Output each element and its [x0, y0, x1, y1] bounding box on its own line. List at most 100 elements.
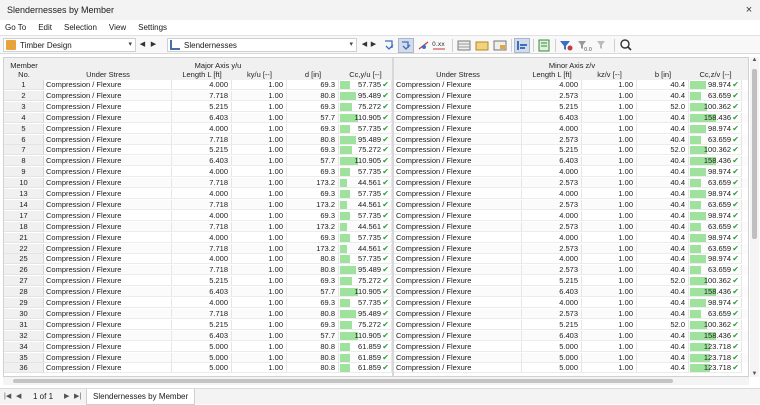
- length-cell[interactable]: 5.215: [172, 276, 232, 287]
- under-stress-cell[interactable]: Compression / Flexure: [394, 101, 522, 112]
- k-zv-cell[interactable]: 1.00: [582, 265, 637, 276]
- under-stress-cell[interactable]: Compression / Flexure: [44, 156, 172, 167]
- d-cell[interactable]: 80.8: [287, 341, 339, 352]
- values-button[interactable]: 0.xx: [431, 38, 447, 53]
- menu-selection[interactable]: Selection: [64, 23, 97, 32]
- k-zv-cell[interactable]: 1.00: [582, 101, 637, 112]
- table-row[interactable]: 26 Compression / Flexure 7.718 1.00 80.8 95.4…: [4, 265, 748, 276]
- lambda-yu-cell[interactable]: 95.489 ✔: [339, 134, 392, 145]
- b-cell[interactable]: 40.4: [637, 363, 689, 374]
- k-zv-cell[interactable]: 1.00: [582, 276, 637, 287]
- length-cell[interactable]: 6.403: [172, 287, 232, 298]
- view-button[interactable]: [417, 38, 430, 53]
- lambda-yu-cell[interactable]: 95.489 ✔: [339, 308, 392, 319]
- member-no-cell[interactable]: 25: [4, 254, 44, 265]
- member-no-cell[interactable]: 3: [4, 101, 44, 112]
- first-page-icon[interactable]: |◀: [4, 392, 11, 400]
- menu-go-to[interactable]: Go To: [5, 23, 26, 32]
- k-zv-cell[interactable]: 1.00: [582, 298, 637, 308]
- lambda-yu-cell[interactable]: 44.561 ✔: [339, 221, 392, 232]
- table-row[interactable]: 25 Compression / Flexure 4.000 1.00 80.8 57.7…: [4, 254, 748, 265]
- table-row[interactable]: 17 Compression / Flexure 4.000 1.00 69.3 57.7…: [4, 210, 748, 221]
- under-stress-cell[interactable]: Compression / Flexure: [44, 112, 172, 123]
- under-stress-cell[interactable]: Compression / Flexure: [44, 232, 172, 243]
- k-yu-cell[interactable]: 1.00: [232, 254, 287, 265]
- under-stress-cell[interactable]: Compression / Flexure: [44, 319, 172, 330]
- b-cell[interactable]: 40.4: [637, 167, 689, 178]
- k-yu-cell[interactable]: 1.00: [232, 112, 287, 123]
- under-stress-cell[interactable]: Compression / Flexure: [44, 243, 172, 254]
- d-cell[interactable]: 69.3: [287, 298, 339, 308]
- k-yu-cell[interactable]: 1.00: [232, 178, 287, 189]
- k-zv-cell[interactable]: 1.00: [582, 80, 637, 90]
- scroll-up-icon[interactable]: ▲: [750, 57, 759, 63]
- under-stress-cell[interactable]: Compression / Flexure: [394, 145, 522, 156]
- member-no-cell[interactable]: 29: [4, 298, 44, 308]
- table-settings-button[interactable]: [456, 38, 472, 53]
- clear-filter-button[interactable]: [594, 38, 610, 53]
- print-button[interactable]: [492, 38, 508, 53]
- under-stress-cell[interactable]: Compression / Flexure: [394, 243, 522, 254]
- b-cell[interactable]: 52.0: [637, 145, 689, 156]
- member-no-cell[interactable]: 30: [4, 308, 44, 319]
- under-stress-cell[interactable]: Compression / Flexure: [44, 145, 172, 156]
- lambda-yu-cell[interactable]: 61.859 ✔: [339, 341, 392, 352]
- menu-view[interactable]: View: [109, 23, 126, 32]
- lambda-yu-cell[interactable]: 75.272 ✔: [339, 276, 392, 287]
- member-no-cell[interactable]: 22: [4, 243, 44, 254]
- under-stress-cell[interactable]: Compression / Flexure: [44, 254, 172, 265]
- member-no-cell[interactable]: 34: [4, 341, 44, 352]
- lambda-zv-cell[interactable]: 98.974 ✔: [689, 210, 742, 221]
- lambda-zv-cell[interactable]: 98.974 ✔: [689, 167, 742, 178]
- length-cell[interactable]: 4.000: [172, 167, 232, 178]
- under-stress-cell[interactable]: Compression / Flexure: [394, 287, 522, 298]
- k-yu-cell[interactable]: 1.00: [232, 287, 287, 298]
- d-cell[interactable]: 57.7: [287, 287, 339, 298]
- under-stress-cell[interactable]: Compression / Flexure: [44, 330, 172, 341]
- length-cell[interactable]: 4.000: [172, 254, 232, 265]
- d-cell[interactable]: 173.2: [287, 221, 339, 232]
- k-yu-cell[interactable]: 1.00: [232, 145, 287, 156]
- table-row[interactable]: 34 Compression / Flexure 5.000 1.00 80.8 61.8…: [4, 341, 748, 352]
- length-cell[interactable]: 4.000: [522, 167, 582, 178]
- k-zv-cell[interactable]: 1.00: [582, 145, 637, 156]
- b-cell[interactable]: 40.4: [637, 308, 689, 319]
- k-yu-cell[interactable]: 1.00: [232, 80, 287, 90]
- k-zv-cell[interactable]: 1.00: [582, 287, 637, 298]
- b-cell[interactable]: 40.4: [637, 287, 689, 298]
- lambda-yu-cell[interactable]: 57.735 ✔: [339, 189, 392, 199]
- length-cell[interactable]: 6.403: [522, 112, 582, 123]
- k-zv-cell[interactable]: 1.00: [582, 308, 637, 319]
- select-from-model-button[interactable]: [398, 38, 414, 53]
- b-cell[interactable]: 40.4: [637, 178, 689, 189]
- under-stress-cell[interactable]: Compression / Flexure: [394, 298, 522, 308]
- table-row[interactable]: 7 Compression / Flexure 5.215 1.00 69.3 75.27…: [4, 145, 748, 156]
- length-cell[interactable]: 4.000: [522, 210, 582, 221]
- b-cell[interactable]: 40.4: [637, 232, 689, 243]
- length-cell[interactable]: 5.000: [172, 352, 232, 363]
- length-cell[interactable]: 6.403: [172, 330, 232, 341]
- lambda-zv-cell[interactable]: 123.718 ✔: [689, 363, 742, 374]
- under-stress-cell[interactable]: Compression / Flexure: [394, 189, 522, 199]
- next-page-icon[interactable]: ▶: [64, 392, 69, 400]
- table-row[interactable]: 5 Compression / Flexure 4.000 1.00 69.3 57.73…: [4, 123, 748, 134]
- under-stress-cell[interactable]: Compression / Flexure: [394, 134, 522, 145]
- d-cell[interactable]: 69.3: [287, 101, 339, 112]
- k-yu-cell[interactable]: 1.00: [232, 134, 287, 145]
- k-yu-cell[interactable]: 1.00: [232, 265, 287, 276]
- under-stress-cell[interactable]: Compression / Flexure: [394, 167, 522, 178]
- lambda-yu-cell[interactable]: 44.561 ✔: [339, 199, 392, 210]
- length-cell[interactable]: 2.573: [522, 308, 582, 319]
- length-cell[interactable]: 2.573: [522, 221, 582, 232]
- vertical-scrollbar[interactable]: ▲ ▼: [750, 57, 759, 377]
- under-stress-cell[interactable]: Compression / Flexure: [44, 276, 172, 287]
- lambda-zv-cell[interactable]: 158.436 ✔: [689, 112, 742, 123]
- table-row[interactable]: 21 Compression / Flexure 4.000 1.00 69.3 57.7…: [4, 232, 748, 243]
- d-cell[interactable]: 69.3: [287, 167, 339, 178]
- length-cell[interactable]: 4.000: [172, 123, 232, 134]
- d-cell[interactable]: 69.3: [287, 276, 339, 287]
- under-stress-cell[interactable]: Compression / Flexure: [394, 232, 522, 243]
- under-stress-cell[interactable]: Compression / Flexure: [44, 80, 172, 90]
- member-no-cell[interactable]: 26: [4, 265, 44, 276]
- under-stress-cell[interactable]: Compression / Flexure: [394, 254, 522, 265]
